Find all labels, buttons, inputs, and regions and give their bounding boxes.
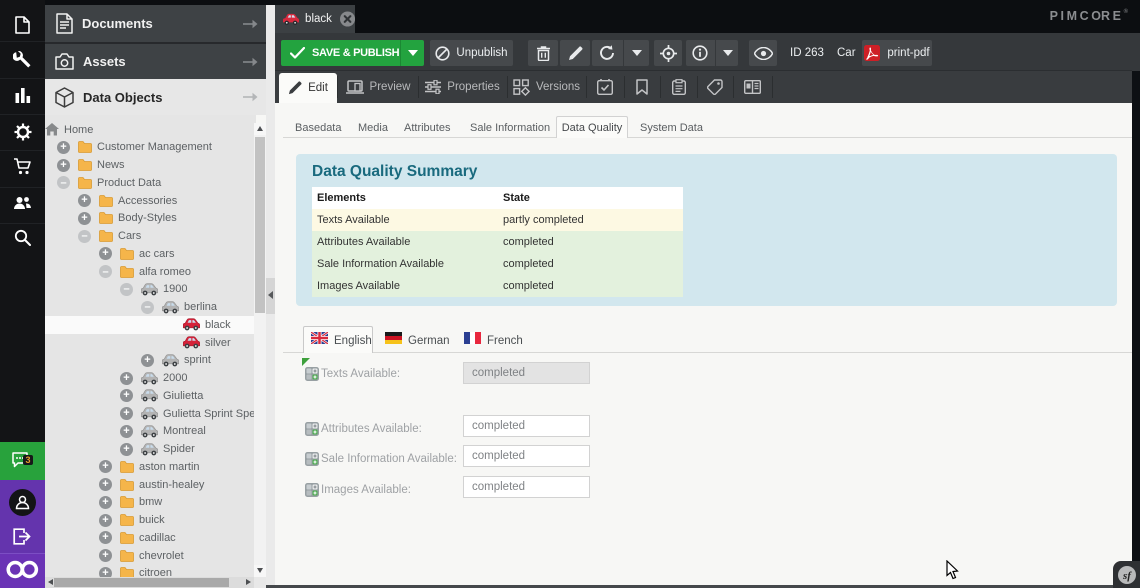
- svg-text:sf: sf: [1122, 570, 1132, 582]
- svg-text:3: 3: [25, 455, 30, 465]
